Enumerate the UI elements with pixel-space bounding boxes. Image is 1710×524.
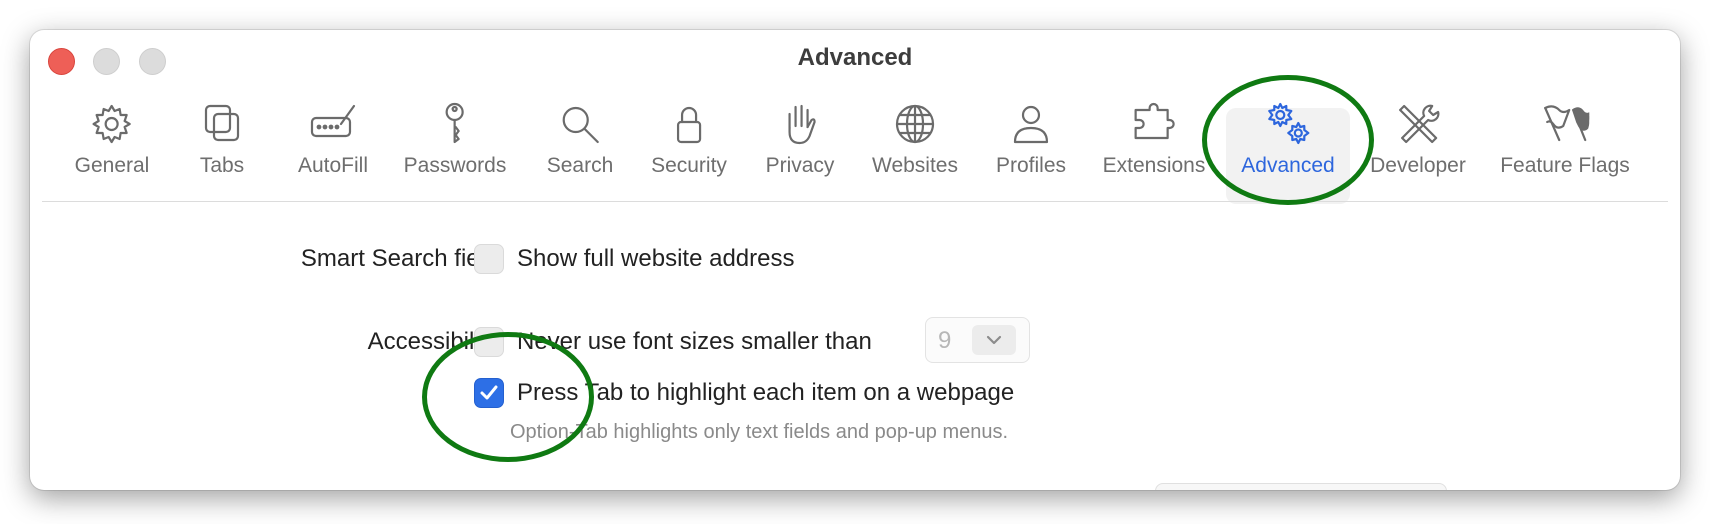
tab-passwords[interactable]: Passwords	[403, 100, 507, 178]
preferences-toolbar: General Tabs AutoFill Passwords Search S…	[30, 100, 1680, 215]
gears-icon	[1267, 102, 1310, 145]
tab-developer[interactable]: Developer	[1370, 100, 1466, 178]
window-title: Advanced	[797, 44, 913, 71]
press-tab-hint: Option-Tab highlights only text fields a…	[510, 421, 1009, 443]
tab-label: Security	[651, 154, 727, 177]
tools-icon	[1398, 104, 1440, 144]
tab-label: Tabs	[199, 154, 245, 177]
chevron-down-icon	[986, 335, 1002, 345]
tab-label: Passwords	[403, 154, 507, 177]
tab-label: Profiles	[995, 154, 1067, 177]
tab-label: Feature Flags	[1500, 154, 1630, 177]
settings-window: Advanced General Tabs AutoFill Passwords…	[30, 30, 1680, 490]
checkmark-icon	[480, 385, 498, 400]
tab-tabs[interactable]: Tabs	[198, 100, 246, 178]
min-font-size-popup[interactable]: 9	[925, 317, 1030, 363]
tab-label: AutoFill	[297, 154, 369, 177]
key-icon	[445, 102, 465, 144]
lock-icon	[676, 106, 702, 144]
tab-profiles[interactable]: Profiles	[996, 100, 1066, 178]
toolbar-divider	[42, 201, 1668, 202]
tab-label: Search	[546, 154, 614, 177]
show-full-address-label[interactable]: Show full website address	[517, 245, 794, 273]
min-font-size-value: 9	[938, 327, 952, 354]
gear-icon	[92, 104, 132, 144]
person-icon	[1013, 105, 1049, 144]
tab-label: Advanced	[1241, 154, 1335, 177]
tab-search[interactable]: Search	[546, 100, 614, 178]
tab-general[interactable]: General	[74, 100, 150, 178]
tab-feature-flags[interactable]: Feature Flags	[1500, 100, 1630, 178]
autofill-icon	[310, 104, 356, 138]
tab-security[interactable]: Security	[651, 100, 727, 178]
tab-label: Extensions	[1102, 154, 1206, 177]
tab-privacy[interactable]: Privacy	[765, 100, 835, 178]
popup-stepper[interactable]	[972, 325, 1016, 355]
flags-icon	[1543, 105, 1589, 142]
tab-advanced[interactable]: Advanced	[1241, 100, 1335, 178]
tab-label: Privacy	[765, 154, 835, 177]
tab-label: Developer	[1370, 154, 1466, 177]
press-tab-label[interactable]: Press Tab to highlight each item on a we…	[517, 379, 1014, 407]
min-font-size-label[interactable]: Never use font sizes smaller than	[517, 328, 872, 356]
globe-icon	[895, 104, 935, 144]
tab-label: Websites	[872, 154, 958, 177]
tab-websites[interactable]: Websites	[872, 100, 958, 178]
press-tab-checkbox[interactable]	[474, 378, 504, 408]
partially-visible-control[interactable]	[1155, 483, 1447, 490]
tab-extensions[interactable]: Extensions	[1102, 100, 1206, 178]
show-full-address-checkbox[interactable]	[474, 244, 504, 274]
search-icon	[562, 106, 600, 144]
tabs-icon	[204, 104, 240, 142]
puzzle-icon	[1134, 102, 1176, 140]
tab-autofill[interactable]: AutoFill	[298, 100, 368, 178]
tab-label: General	[74, 154, 150, 177]
min-font-size-checkbox[interactable]	[474, 327, 504, 357]
hand-icon	[788, 104, 817, 145]
